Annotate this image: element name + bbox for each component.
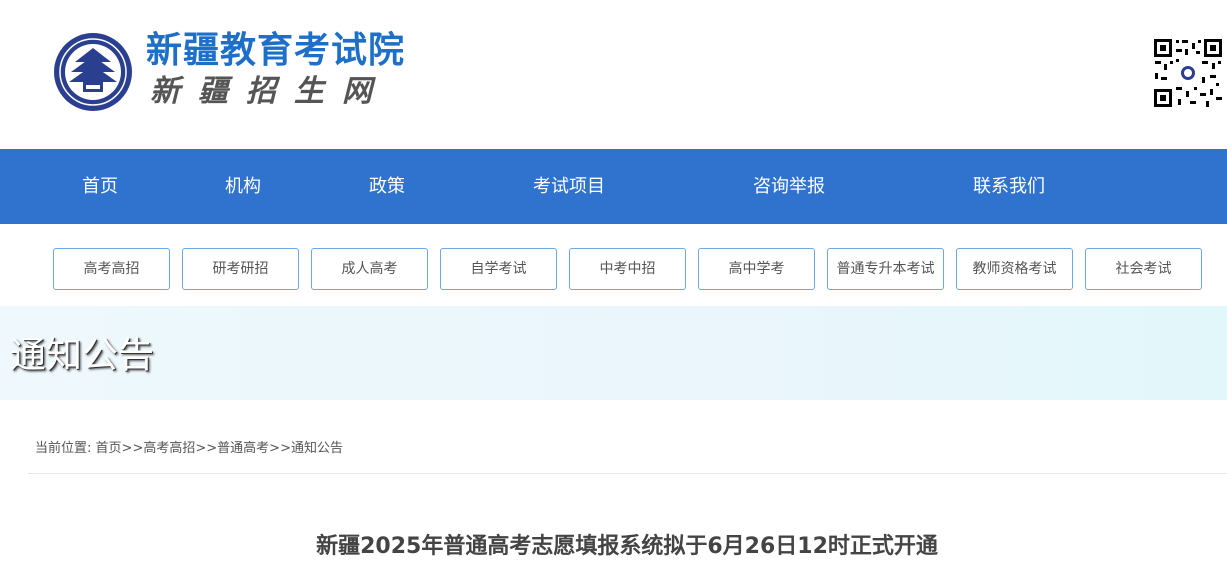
category-button-zhongkao[interactable]: 中考中招 [569, 248, 686, 290]
nav-item-home[interactable]: 首页 [60, 149, 140, 224]
category-button-postgraduate[interactable]: 研考研招 [182, 248, 299, 290]
breadcrumb-item-notices[interactable]: 通知公告 [291, 441, 343, 456]
section-banner: 通知公告 [0, 306, 1227, 400]
nav-item-exam-projects[interactable]: 考试项目 [519, 149, 619, 224]
nav-item-policy[interactable]: 政策 [347, 149, 427, 224]
category-button-self-study[interactable]: 自学考试 [440, 248, 557, 290]
category-button-teacher-cert[interactable]: 教师资格考试 [956, 248, 1073, 290]
site-subtitle: 新疆招生网 [150, 74, 390, 109]
category-button-social-exam[interactable]: 社会考试 [1085, 248, 1202, 290]
banner-title: 通知公告 [10, 335, 155, 376]
breadcrumb-item-home[interactable]: 首页 [96, 441, 122, 456]
nav-item-organization[interactable]: 机构 [203, 149, 283, 224]
nav-item-contact-us[interactable]: 联系我们 [959, 149, 1059, 224]
breadcrumb-separator: >> [195, 441, 218, 456]
category-button-adult-exam[interactable]: 成人高考 [311, 248, 428, 290]
education-exam-emblem-icon[interactable] [53, 32, 133, 112]
breadcrumb-separator: >> [269, 441, 291, 456]
category-bar: 高考高招 研考研招 成人高考 自学考试 中考中招 高中学考 普通专升本考试 教师… [0, 248, 1227, 290]
breadcrumb-item-regular-gaokao[interactable]: 普通高考 [217, 441, 269, 456]
breadcrumb-item-gaokao[interactable]: 高考高招 [143, 441, 195, 456]
main-nav: 首页 机构 政策 考试项目 咨询举报 联系我们 [0, 149, 1227, 224]
category-button-high-school-test[interactable]: 高中学考 [698, 248, 815, 290]
site-header: 新疆教育考试院 新疆招生网 [0, 0, 1227, 149]
breadcrumb: 当前位置: 首页>>高考高招>>普通高考>>通知公告 [35, 440, 343, 458]
breadcrumb-separator: >> [121, 441, 144, 456]
breadcrumb-prefix: 当前位置: [35, 441, 92, 456]
category-button-gaokao[interactable]: 高考高招 [53, 248, 170, 290]
qr-code-icon [1152, 37, 1224, 109]
category-button-upgrade-exam[interactable]: 普通专升本考试 [827, 248, 944, 290]
article-title: 新疆2025年普通高考志愿填报系统拟于6月26日12时正式开通 [316, 534, 938, 559]
site-title[interactable]: 新疆教育考试院 [146, 28, 405, 74]
nav-item-consult-report[interactable]: 咨询举报 [739, 149, 839, 224]
divider [28, 473, 1227, 474]
